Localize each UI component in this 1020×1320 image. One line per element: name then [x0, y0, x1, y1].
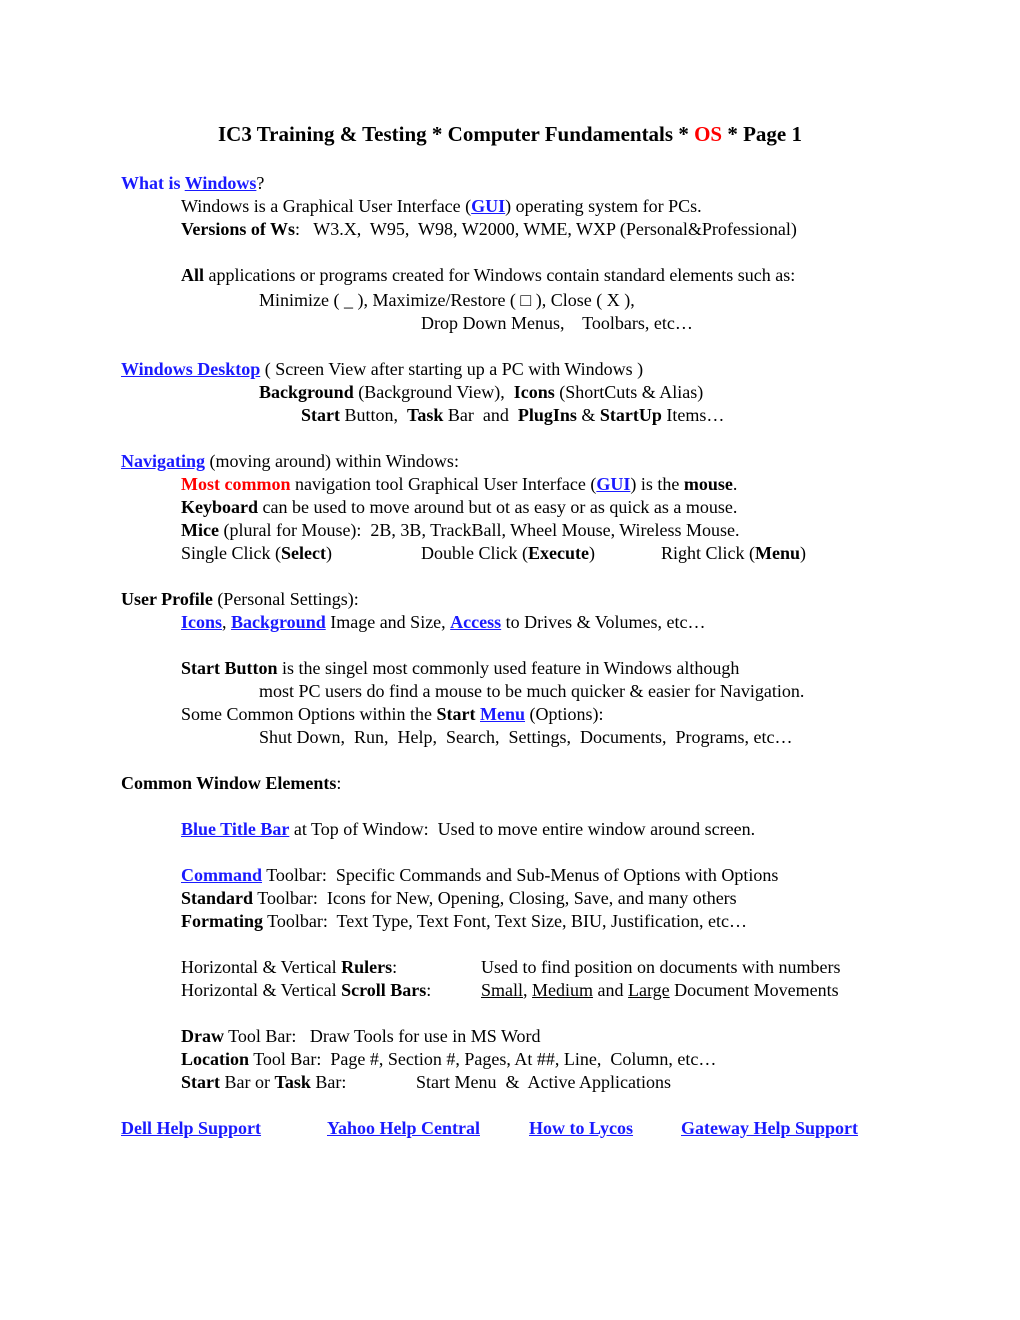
- location-toolbar-item: Location Tool Bar: Page #, Section #, Pa…: [181, 1049, 717, 1069]
- dell-help-support-link[interactable]: Dell Help Support: [121, 1117, 261, 1140]
- windows-link[interactable]: Windows: [185, 173, 257, 193]
- os-highlight: OS: [694, 122, 723, 146]
- access-link[interactable]: Access: [450, 612, 501, 632]
- desktop-start-task: Start Button, Task Bar and PlugIns & Sta…: [301, 405, 725, 425]
- start-menu-options-heading: Some Common Options within the Start Men…: [181, 704, 604, 724]
- user-profile-settings: Icons, Background Image and Size, Access…: [181, 612, 706, 632]
- title-bar-item: Blue Title Bar at Top of Window: Used to…: [181, 819, 756, 839]
- navigating-mice: Mice (plural for Mouse): 2B, 3B, TrackBa…: [181, 520, 740, 540]
- what-is-windows-heading: What is Windows?: [121, 173, 265, 193]
- background-link[interactable]: Background: [231, 612, 326, 632]
- yahoo-help-central-link[interactable]: Yahoo Help Central: [327, 1117, 480, 1140]
- desktop-heading: Windows Desktop ( Screen View after star…: [121, 359, 644, 379]
- gateway-help-support-link[interactable]: Gateway Help Support: [681, 1117, 858, 1140]
- navigating-most-common: Most common navigation tool Graphical Us…: [181, 474, 738, 494]
- windows-gui-definition: Windows is a Graphical User Interface (G…: [181, 196, 702, 216]
- gui-link-2[interactable]: GUI: [596, 474, 630, 494]
- standard-elements-more: Drop Down Menus, Toolbars, etc…: [421, 313, 693, 333]
- window-controls-list: Minimize ( _ ), Maximize/Restore ( □ ), …: [259, 290, 635, 310]
- windows-versions: Versions of Ws: W3.X, W95, W98, W2000, W…: [181, 219, 797, 239]
- draw-toolbar-item: Draw Tool Bar: Draw Tools for use in MS …: [181, 1026, 541, 1046]
- click-types-single: Single Click (Select): [181, 543, 332, 563]
- navigating-keyboard: Keyboard can be used to move around but …: [181, 497, 738, 517]
- standard-elements-intro: All applications or programs created for…: [181, 265, 796, 285]
- click-types-right: Right Click (Menu): [661, 543, 806, 563]
- start-menu-options-list: Shut Down, Run, Help, Search, Settings, …: [259, 727, 793, 747]
- start-task-bar-description: Start Menu & Active Applications: [416, 1072, 671, 1092]
- window-elements-heading: Common Window Elements:: [121, 773, 342, 793]
- start-task-bar-label: Start Bar or Task Bar:: [181, 1072, 347, 1092]
- command-link[interactable]: Command: [181, 865, 262, 885]
- rulers-description: Used to find position on documents with …: [481, 957, 841, 977]
- standard-toolbar-item: Standard Toolbar: Icons for New, Opening…: [181, 888, 737, 908]
- scroll-bars-description: Small, Medium and Large Document Movemen…: [481, 980, 839, 1000]
- desktop-background-icons: Background (Background View), Icons (Sho…: [259, 382, 704, 402]
- gui-link[interactable]: GUI: [471, 196, 505, 216]
- menu-link[interactable]: Menu: [480, 704, 525, 724]
- start-button-description: Start Button is the singel most commonly…: [181, 658, 740, 678]
- blue-title-bar-link[interactable]: Blue Title Bar: [181, 819, 289, 839]
- user-profile-heading: User Profile (Personal Settings):: [121, 589, 359, 609]
- start-button-description-cont: most PC users do find a mouse to be much…: [259, 681, 805, 701]
- scroll-bars-label: Horizontal & Vertical Scroll Bars:: [181, 980, 432, 1000]
- command-toolbar-item: Command Toolbar: Specific Commands and S…: [181, 865, 779, 885]
- navigating-heading: Navigating (moving around) within Window…: [121, 451, 459, 471]
- navigating-link[interactable]: Navigating: [121, 451, 205, 471]
- formating-toolbar-item: Formating Toolbar: Text Type, Text Font,…: [181, 911, 747, 931]
- click-types-double: Double Click (Execute): [421, 543, 595, 563]
- icons-link[interactable]: Icons: [181, 612, 222, 632]
- rulers-label: Horizontal & Vertical Rulers:: [181, 957, 398, 977]
- windows-desktop-link[interactable]: Windows Desktop: [121, 359, 260, 379]
- how-to-lycos-link[interactable]: How to Lycos: [529, 1117, 633, 1140]
- page-title: IC3 Training & Testing * Computer Fundam…: [217, 122, 802, 146]
